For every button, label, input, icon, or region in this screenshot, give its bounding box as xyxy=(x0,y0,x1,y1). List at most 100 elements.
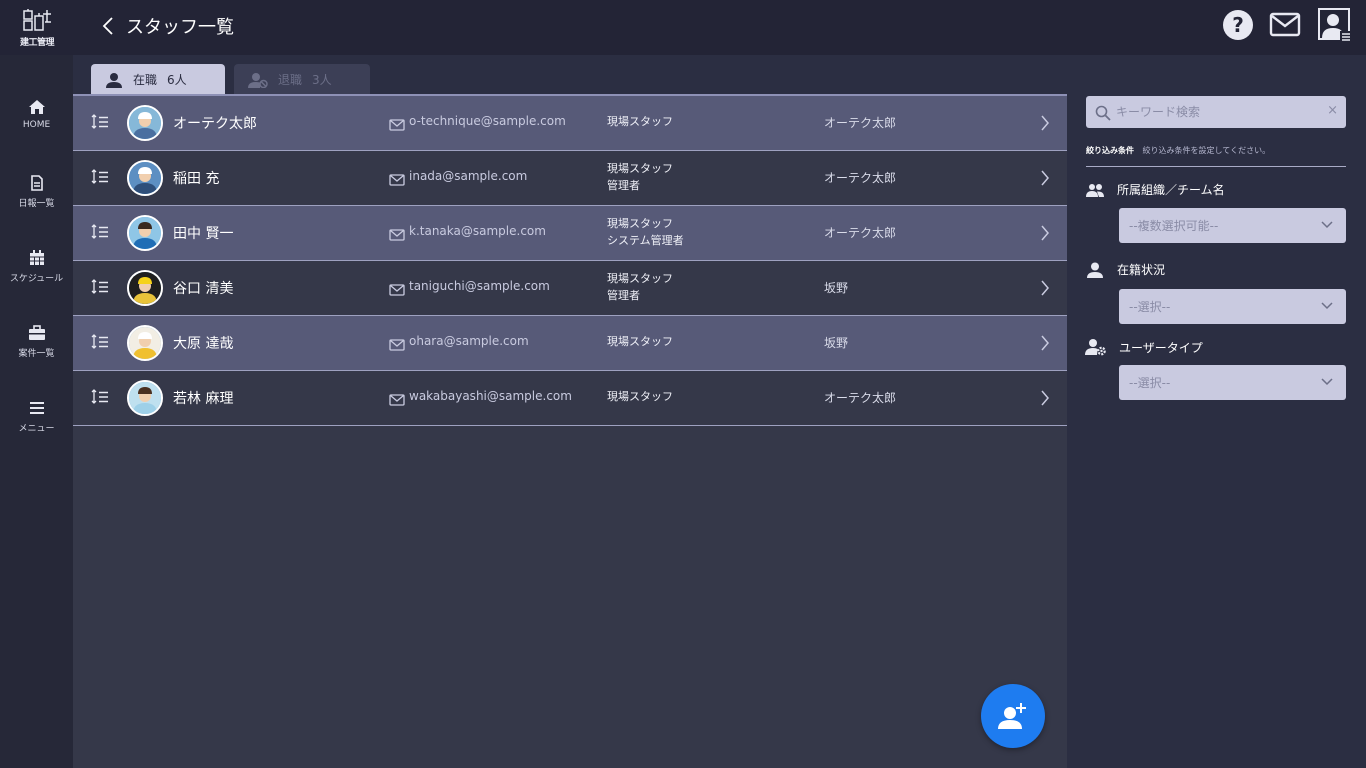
staff-name: 稲田 充 xyxy=(173,171,220,187)
avatar-photo xyxy=(129,382,161,414)
sort-handle-icon xyxy=(91,334,108,349)
staff-roles: 現場スタッフ xyxy=(607,113,673,130)
tab-retired-staff[interactable]: 退職 3人 xyxy=(234,64,370,95)
chevron-down-icon xyxy=(1321,302,1333,310)
chevron-right-icon xyxy=(1039,223,1051,247)
staff-row[interactable]: 稲田 充 inada@sample.com 現場スタッフ 管理者 オーテク太郎 xyxy=(73,151,1067,206)
person-icon xyxy=(1087,262,1103,278)
chevron-left-icon xyxy=(102,17,113,35)
sidebar-item-menu[interactable]: メニュー xyxy=(0,400,73,434)
mail-button[interactable] xyxy=(1269,12,1301,42)
sidebar-item-home[interactable]: HOME xyxy=(0,99,73,130)
avatar xyxy=(127,160,163,196)
back-button[interactable] xyxy=(98,13,118,39)
org-filter-heading: 所属組織／チーム名 xyxy=(1085,181,1225,198)
staff-email: taniguchi@sample.com xyxy=(409,279,550,293)
sidebar-item-schedule[interactable]: スケジュール xyxy=(0,250,73,284)
page-title: スタッフ一覧 xyxy=(126,17,234,38)
org-select-placeholder: --複数選択可能-- xyxy=(1129,219,1219,233)
staff-email: k.tanaka@sample.com xyxy=(409,224,546,238)
mail-icon xyxy=(389,281,405,300)
staff-organization: 坂野 xyxy=(824,281,849,295)
add-staff-button[interactable] xyxy=(981,684,1045,748)
drag-handle[interactable] xyxy=(91,334,109,354)
staff-row[interactable]: 谷口 清美 taniguchi@sample.com 現場スタッフ 管理者 坂野 xyxy=(73,261,1067,316)
drag-handle[interactable] xyxy=(91,279,109,299)
staff-roles: 現場スタッフ 管理者 xyxy=(607,160,673,194)
sidebar-item-label: HOME xyxy=(22,120,51,130)
chevron-right-icon xyxy=(1039,278,1051,302)
home-icon xyxy=(28,100,45,114)
filter-condition: 絞り込み条件 絞り込み条件を設定してください。 xyxy=(1086,145,1270,156)
menu-icon xyxy=(29,402,44,414)
avatar-photo xyxy=(129,327,161,359)
account-button[interactable] xyxy=(1318,8,1352,46)
chevron-right-icon xyxy=(1039,168,1051,192)
staff-organization: 坂野 xyxy=(824,336,849,350)
help-button[interactable]: ? xyxy=(1222,9,1254,45)
staff-organization: オーテク太郎 xyxy=(824,171,897,185)
staff-email: wakabayashi@sample.com xyxy=(409,389,572,403)
status-select[interactable]: --選択-- xyxy=(1119,289,1346,324)
mail-icon xyxy=(389,116,405,135)
org-select[interactable]: --複数選択可能-- xyxy=(1119,208,1346,243)
drag-handle[interactable] xyxy=(91,114,109,134)
mail-icon xyxy=(389,226,405,245)
staff-row[interactable]: 田中 賢一 k.tanaka@sample.com 現場スタッフ システム管理者… xyxy=(73,206,1067,261)
staff-row[interactable]: 大原 達哉 ohara@sample.com 現場スタッフ 坂野 xyxy=(73,316,1067,371)
user-settings-icon xyxy=(1085,339,1106,356)
sidebar-item-projects[interactable]: 案件一覧 xyxy=(0,325,73,359)
logo-icon xyxy=(23,9,51,31)
status-filter-label: 在籍状況 xyxy=(1117,263,1166,277)
staff-role: 現場スタッフ xyxy=(607,162,673,175)
logo-text: 建工管理 xyxy=(19,38,55,48)
tab-active-staff[interactable]: 在職 6人 xyxy=(91,64,225,95)
staff-role: 現場スタッフ xyxy=(607,390,673,403)
staff-role-secondary: システム管理者 xyxy=(607,234,684,247)
staff-email: o-technique@sample.com xyxy=(409,114,566,128)
avatar xyxy=(127,270,163,306)
mail-icon xyxy=(389,336,405,355)
avatar-photo xyxy=(129,272,161,304)
divider xyxy=(1086,166,1346,167)
sidebar-item-daily-reports[interactable]: 日報一覧 xyxy=(0,175,73,209)
staff-organization: オーテク太郎 xyxy=(824,116,897,130)
tab-label: 退職 xyxy=(278,73,303,87)
usertype-select-placeholder: --選択-- xyxy=(1129,376,1171,390)
tab-label: 在職 xyxy=(133,73,158,87)
avatar-photo xyxy=(129,162,161,194)
status-select-placeholder: --選択-- xyxy=(1129,300,1171,314)
sort-handle-icon xyxy=(91,389,108,404)
usertype-select[interactable]: --選択-- xyxy=(1119,365,1346,400)
person-off-icon xyxy=(248,72,268,88)
org-filter-label: 所属組織／チーム名 xyxy=(1117,183,1225,197)
svg-text:?: ? xyxy=(1232,13,1244,37)
staff-organization: オーテク太郎 xyxy=(824,226,897,240)
clear-search-icon[interactable]: × xyxy=(1327,103,1338,118)
avatar xyxy=(127,380,163,416)
staff-role-secondary: 管理者 xyxy=(607,179,640,192)
sidebar-item-label: メニュー xyxy=(18,424,55,434)
mail-icon xyxy=(389,391,405,410)
filter-condition-label: 絞り込み条件 xyxy=(1086,146,1134,155)
staff-role: 現場スタッフ xyxy=(607,217,673,230)
staff-name: オーテク太郎 xyxy=(173,116,257,132)
search-input[interactable] xyxy=(1116,96,1316,128)
staff-organization: オーテク太郎 xyxy=(824,391,897,405)
staff-roles: 現場スタッフ xyxy=(607,388,673,405)
sort-handle-icon xyxy=(91,279,108,294)
avatar xyxy=(127,215,163,251)
staff-role: 現場スタッフ xyxy=(607,272,673,285)
staff-row[interactable]: オーテク太郎 o-technique@sample.com 現場スタッフ オーテ… xyxy=(73,96,1067,151)
app-logo[interactable]: 建工管理 xyxy=(18,8,56,48)
filter-panel: × 絞り込み条件 絞り込み条件を設定してください。 所属組織／チーム名 --複数… xyxy=(1067,55,1366,768)
avatar-photo xyxy=(129,217,161,249)
tab-count: 3人 xyxy=(312,73,332,87)
chevron-down-icon xyxy=(1321,378,1333,386)
staff-row[interactable]: 若林 麻理 wakabayashi@sample.com 現場スタッフ オーテク… xyxy=(73,371,1067,426)
drag-handle[interactable] xyxy=(91,224,109,244)
drag-handle[interactable] xyxy=(91,169,109,189)
sort-handle-icon xyxy=(91,169,108,184)
sort-handle-icon xyxy=(91,224,108,239)
drag-handle[interactable] xyxy=(91,389,109,409)
